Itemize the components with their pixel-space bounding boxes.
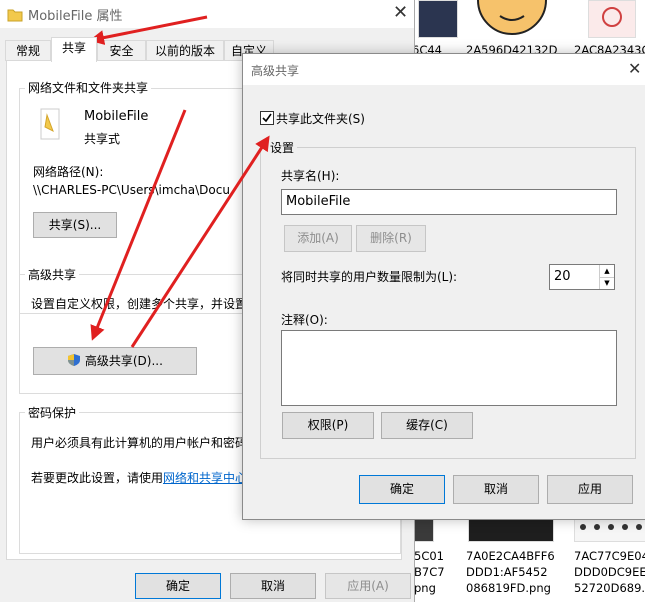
- advanced-cancel-button[interactable]: 取消: [453, 475, 539, 504]
- close-icon[interactable]: ✕: [628, 59, 641, 78]
- advanced-sharing-description: 设置自定义权限，创建多个共享，并设置: [31, 297, 248, 311]
- settings-title: 设置: [267, 139, 298, 156]
- uac-shield-icon: [68, 354, 81, 366]
- avatar-face-icon: [477, 0, 547, 35]
- permissions-button[interactable]: 权限(P): [282, 412, 374, 439]
- comments-textarea[interactable]: [281, 330, 617, 406]
- add-share-button[interactable]: 添加(A): [284, 225, 352, 252]
- password-protection-title: 密码保护: [25, 404, 80, 421]
- advanced-sharing-titlebar[interactable]: 高级共享 ✕: [243, 54, 645, 85]
- file-thumbnail[interactable]: [574, 518, 645, 542]
- file-name: DDD1:AF5452: [466, 565, 548, 579]
- advanced-sharing-title: 高级共享: [25, 266, 80, 283]
- file-name: 7AC77C9E04: [574, 549, 645, 563]
- tab-security[interactable]: 安全: [97, 40, 146, 61]
- file-name: 52720D689.p: [574, 581, 645, 595]
- stepper-down-button[interactable]: ▼: [599, 277, 614, 289]
- properties-cancel-button[interactable]: 取消: [230, 573, 316, 599]
- file-thumbnail[interactable]: [472, 0, 552, 36]
- properties-apply-button[interactable]: 应用(A): [325, 573, 411, 599]
- advanced-apply-button[interactable]: 应用: [547, 475, 633, 504]
- advanced-sharing-dialog-title: 高级共享: [251, 64, 300, 78]
- file-thumbnail[interactable]: [418, 0, 458, 38]
- checkmark-icon: [262, 113, 272, 123]
- advanced-ok-button[interactable]: 确定: [359, 475, 445, 504]
- properties-titlebar[interactable]: MobileFile 属性 ✕: [0, 0, 414, 28]
- password-change-prefix: 若要更改此设置，请使用: [31, 471, 164, 485]
- network-sharing-title: 网络文件和文件夹共享: [25, 79, 152, 96]
- caching-button[interactable]: 缓存(C): [381, 412, 473, 439]
- properties-title: MobileFile 属性: [28, 9, 123, 24]
- tab-previous-versions[interactable]: 以前的版本: [146, 40, 224, 61]
- file-name: DDD0DC9EEE: [574, 565, 645, 579]
- remove-share-button[interactable]: 删除(R): [356, 225, 426, 252]
- user-limit-value: 20: [554, 269, 571, 284]
- file-name: 086819FD.png: [466, 581, 551, 595]
- close-icon[interactable]: ✕: [393, 2, 408, 23]
- share-name-input[interactable]: MobileFile: [281, 189, 617, 215]
- share-button[interactable]: 共享(S)...: [33, 212, 117, 238]
- folder-name: MobileFile: [84, 109, 149, 124]
- file-name: 5C01: [414, 549, 444, 563]
- advanced-sharing-dialog: 高级共享 ✕ 共享此文件夹(S) 设置 共享名(H): MobileFile 添…: [242, 53, 645, 520]
- tab-sharing[interactable]: 共享: [51, 37, 97, 62]
- advanced-sharing-button[interactable]: 高级共享(D)...: [33, 347, 197, 375]
- properties-ok-button[interactable]: 确定: [135, 573, 221, 599]
- password-change-text: 若要更改此设置，请使用网络和共享中心: [31, 469, 247, 486]
- network-path-value: \\CHARLES-PC\Users\imcha\Docu: [33, 183, 230, 197]
- password-description: 用户必须具有此计算机的用户帐户和密码: [31, 436, 248, 450]
- network-sharing-center-link[interactable]: 网络和共享中心: [163, 471, 247, 485]
- share-folder-label[interactable]: 共享此文件夹(S): [276, 110, 365, 127]
- file-name: 7A0E2CA4BFF6: [466, 549, 555, 563]
- user-limit-label: 将同时共享的用户数量限制为(L):: [281, 270, 458, 284]
- file-name: B7C7: [414, 565, 445, 579]
- user-limit-stepper[interactable]: 20 ▲ ▼: [549, 264, 615, 290]
- share-folder-checkbox[interactable]: [260, 111, 274, 125]
- tab-general[interactable]: 常规: [5, 40, 51, 61]
- folder-icon: [40, 108, 60, 140]
- advanced-sharing-button-label: 高级共享(D)...: [84, 354, 163, 368]
- file-thumbnail[interactable]: [588, 0, 636, 38]
- share-name-label: 共享名(H):: [281, 169, 340, 183]
- folder-share-state: 共享式: [84, 132, 121, 146]
- folder-icon: [7, 9, 23, 22]
- network-path-label: 网络路径(N):: [33, 165, 104, 179]
- comments-label: 注释(O):: [281, 313, 328, 327]
- file-thumbnail[interactable]: [468, 518, 554, 542]
- file-name: png: [414, 581, 436, 595]
